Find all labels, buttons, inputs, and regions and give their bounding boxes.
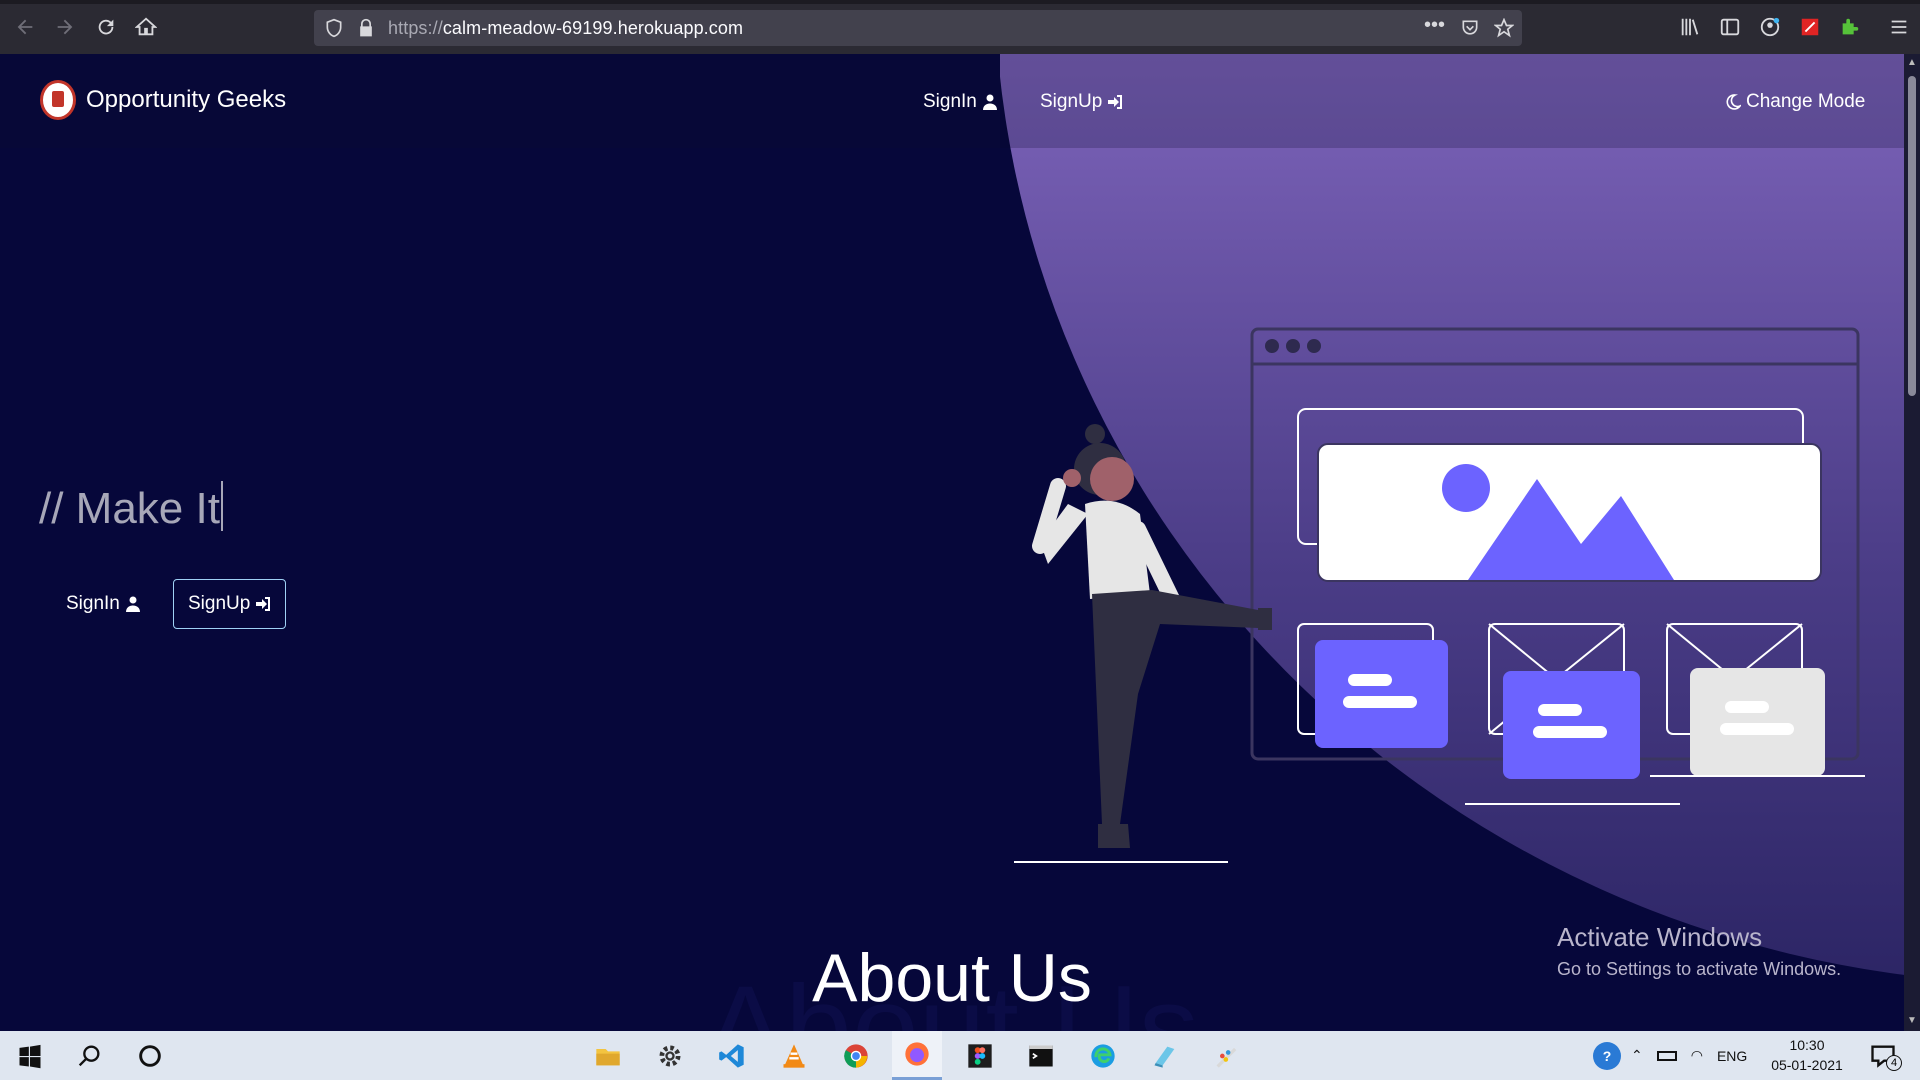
browser-toolbar: https://calm-meadow-69199.herokuapp.com …: [0, 0, 1920, 54]
cortana-icon[interactable]: [125, 1031, 175, 1080]
brand-logo: [40, 80, 76, 120]
sign-in-arrow-icon: [256, 597, 271, 611]
scroll-down-icon[interactable]: ▼: [1907, 1016, 1917, 1026]
notifications-icon[interactable]: 4: [1858, 1031, 1908, 1080]
activate-windows-watermark: Activate Windows Go to Settings to activ…: [1557, 922, 1841, 980]
nav-signin-label: SignIn: [923, 91, 977, 112]
account-icon[interactable]: [1757, 14, 1783, 40]
change-mode-label: Change Mode: [1746, 91, 1866, 112]
menu-icon[interactable]: [1886, 14, 1912, 40]
pocket-icon[interactable]: [1460, 18, 1480, 38]
url-host: calm-meadow-69199.herokuapp.com: [442, 18, 744, 38]
star-icon[interactable]: [1493, 17, 1515, 38]
home-icon[interactable]: [131, 12, 161, 42]
clock[interactable]: 10:30 05-01-2021: [1767, 1035, 1847, 1075]
language-indicator[interactable]: ENG: [1717, 1048, 1747, 1064]
chevron-up-icon[interactable]: ⌃: [1631, 1047, 1643, 1064]
figma-icon[interactable]: [955, 1031, 1005, 1080]
nav-signup-label: SignUp: [1040, 91, 1103, 112]
hero-illustration: [1014, 327, 1865, 863]
reload-icon[interactable]: [91, 12, 121, 42]
puzzle-icon[interactable]: [1837, 14, 1863, 40]
url-text[interactable]: https://calm-meadow-69199.herokuapp.com: [388, 18, 743, 39]
clock-time: 10:30: [1789, 1037, 1825, 1053]
windows-start-icon[interactable]: [5, 1031, 55, 1080]
nav-signin-link[interactable]: SignIn: [923, 91, 998, 113]
vlc-icon[interactable]: [769, 1031, 819, 1080]
scroll-thumb[interactable]: [1908, 76, 1916, 396]
wifi-icon[interactable]: ◠: [1691, 1047, 1703, 1064]
edge-icon[interactable]: [1078, 1031, 1128, 1080]
vscode-icon[interactable]: [707, 1031, 757, 1080]
hero-typed-text: // Make It: [39, 481, 223, 534]
system-tray: ? ⌃ ◠ ENG: [1593, 1031, 1747, 1080]
shield-icon[interactable]: [324, 18, 344, 38]
hero-signup-button[interactable]: SignUp: [173, 579, 287, 629]
hero-signin-label: SignIn: [66, 593, 120, 614]
user-icon: [125, 596, 140, 612]
more-icon[interactable]: •••: [1424, 14, 1445, 36]
watermark-subtitle: Go to Settings to activate Windows.: [1557, 959, 1842, 979]
search-icon[interactable]: [64, 1031, 114, 1080]
terminal-icon[interactable]: [1016, 1031, 1066, 1080]
clock-date: 05-01-2021: [1771, 1057, 1843, 1073]
file-explorer-icon[interactable]: [583, 1031, 633, 1080]
hero-signin-button[interactable]: SignIn: [66, 579, 141, 629]
url-scheme: https://: [388, 18, 443, 38]
app-icon[interactable]: [1140, 1031, 1190, 1080]
help-icon[interactable]: ?: [1593, 1041, 1621, 1070]
notification-count: 4: [1886, 1055, 1902, 1071]
chrome-icon[interactable]: [831, 1031, 881, 1080]
lock-icon[interactable]: [356, 18, 376, 38]
settings-icon[interactable]: [645, 1031, 695, 1080]
sidebar-icon[interactable]: [1717, 14, 1743, 40]
hero-signup-label: SignUp: [188, 593, 251, 614]
scroll-up-icon[interactable]: ▲: [1907, 58, 1917, 68]
paint-icon[interactable]: [1202, 1031, 1252, 1080]
brand-name: Opportunity Geeks: [86, 86, 287, 113]
user-icon: [982, 94, 997, 110]
moon-icon: [1726, 94, 1741, 110]
sign-in-arrow-icon: [1108, 95, 1123, 109]
forward-icon[interactable]: [50, 12, 80, 42]
back-icon[interactable]: [10, 12, 40, 42]
page-scrollbar[interactable]: ▲ ▼: [1904, 54, 1920, 1031]
windows-taskbar: ? ⌃ ◠ ENG 10:30 05-01-2021 4: [0, 1031, 1920, 1080]
hero-typed-value: // Make It: [39, 484, 220, 533]
extension-red-icon[interactable]: [1797, 14, 1823, 40]
library-icon[interactable]: [1677, 14, 1703, 40]
firefox-icon[interactable]: [892, 1031, 942, 1080]
web-page: Opportunity Geeks SignIn SignUp Change M…: [0, 54, 1904, 1031]
watermark-title: Activate Windows: [1557, 922, 1763, 952]
address-bar[interactable]: https://calm-meadow-69199.herokuapp.com …: [314, 10, 1522, 46]
change-mode-button[interactable]: Change Mode: [1725, 91, 1865, 113]
battery-icon[interactable]: [1656, 1050, 1677, 1061]
brand[interactable]: Opportunity Geeks: [40, 80, 286, 120]
nav-signup-link[interactable]: SignUp: [1040, 91, 1123, 113]
text-cursor: [220, 481, 223, 531]
